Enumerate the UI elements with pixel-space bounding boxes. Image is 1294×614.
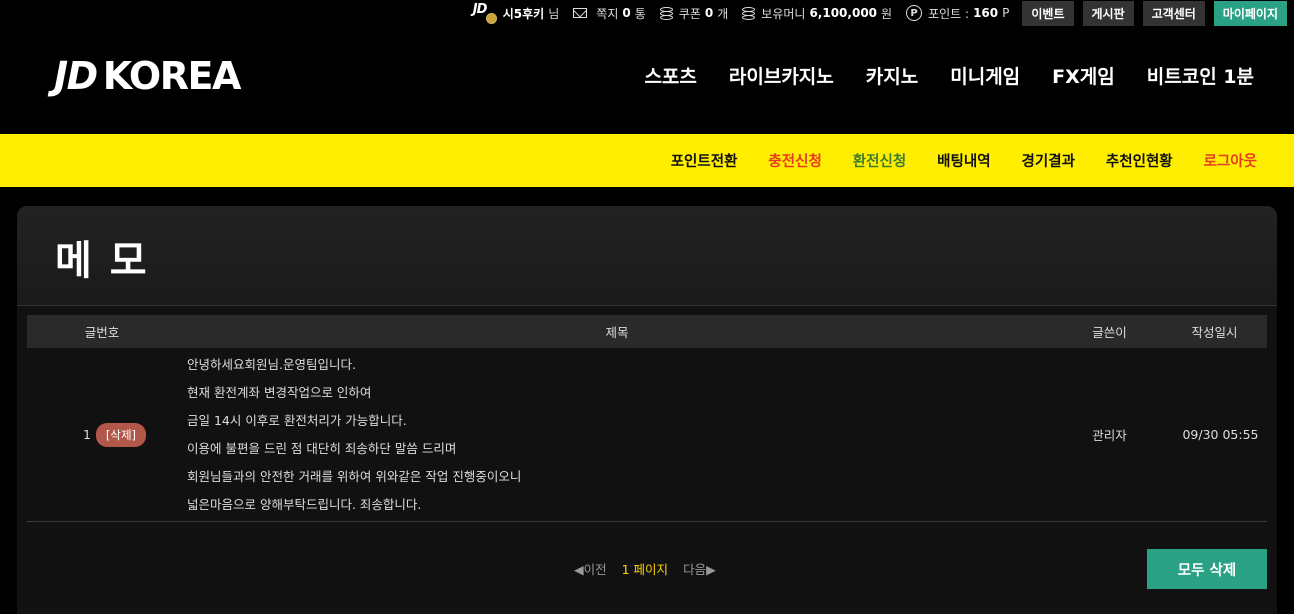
point-unit: P bbox=[1002, 6, 1010, 20]
header-writer: 글쓴이 bbox=[1092, 325, 1127, 340]
panel-header: 메 모 bbox=[17, 206, 1277, 306]
nav-fx-game[interactable]: FX게임 bbox=[1052, 62, 1115, 89]
message-line: 회원님들과의 안전한 거래를 위하여 위와같은 작업 진행중이오니 bbox=[187, 468, 522, 484]
point-label: 포인트 : bbox=[928, 6, 970, 21]
delete-button[interactable]: [삭제] bbox=[95, 422, 147, 447]
row-writer: 관리자 bbox=[1092, 428, 1127, 443]
site-logo[interactable]: JD KOREA bbox=[54, 54, 241, 98]
user-level-icon: JD bbox=[473, 2, 497, 24]
pager-current: 1 페이지 bbox=[621, 562, 669, 577]
point-icon: P bbox=[906, 5, 923, 21]
event-button[interactable]: 이벤트 bbox=[1022, 0, 1074, 26]
memo-panel: 메 모 글번호 제목 글쓴이 작성일시 1 [삭제] 안녕하세요회원님.운영팀입… bbox=[17, 206, 1277, 614]
table-row[interactable]: 1 [삭제] 안녕하세요회원님.운영팀입니다. 현재 환전계좌 변경작업으로 인… bbox=[27, 348, 1267, 522]
board-button[interactable]: 게시판 bbox=[1082, 0, 1134, 26]
message-line: 금일 14시 이후로 환전처리가 가능합니다. bbox=[187, 412, 407, 428]
row-no-cell: 1 [삭제] bbox=[27, 422, 177, 447]
money-value: 6,100,000 bbox=[809, 6, 878, 20]
header-date: 작성일시 bbox=[1191, 325, 1238, 340]
nav-casino[interactable]: 카지노 bbox=[866, 62, 918, 89]
point-value: 160 bbox=[973, 6, 999, 20]
main-nav: 스포츠 라이브카지노 카지노 미니게임 FX게임 비트코인 1분 bbox=[612, 62, 1254, 89]
subnav-point-convert[interactable]: 포인트전환 bbox=[671, 150, 738, 171]
header-no: 글번호 bbox=[84, 325, 120, 340]
coupon-label[interactable]: 쿠폰 bbox=[679, 5, 701, 22]
nav-live-casino[interactable]: 라이브카지노 bbox=[729, 62, 834, 89]
nav-minigame[interactable]: 미니게임 bbox=[950, 62, 1020, 89]
coin-stack-icon bbox=[659, 7, 673, 20]
message-line: 넓은마음으로 양해부탁드립니다. 죄송합니다. bbox=[187, 496, 422, 512]
coupon-unit: 개 bbox=[717, 6, 729, 21]
sub-nav: 포인트전환 충전신청 환전신청 배팅내역 경기결과 추천인현황 로그아웃 bbox=[0, 134, 1294, 187]
money-unit: 원 bbox=[881, 6, 893, 21]
page-title: 메 모 bbox=[55, 238, 149, 284]
pager-next[interactable]: 다음▶ bbox=[683, 559, 716, 578]
username: 시5후키 bbox=[502, 6, 545, 21]
message-line: 안녕하세요회원님.운영팀입니다. bbox=[187, 356, 356, 372]
memo-label[interactable]: 쪽지 bbox=[596, 5, 618, 22]
row-message[interactable]: 안녕하세요회원님.운영팀입니다. 현재 환전계좌 변경작업으로 인하여 금일 1… bbox=[177, 351, 1057, 519]
coupon-count[interactable]: 0 bbox=[705, 6, 713, 20]
pagination: ◀이전 1 페이지 다음▶ bbox=[574, 559, 716, 578]
subnav-match-results[interactable]: 경기결과 bbox=[1022, 150, 1075, 171]
money-stack-icon bbox=[742, 7, 756, 20]
table-header: 글번호 제목 글쓴이 작성일시 bbox=[27, 315, 1267, 348]
message-line: 이용에 불편을 드린 점 대단히 죄송하단 말씀 드리며 bbox=[187, 440, 457, 456]
top-utility-bar: JD 시5후키 님 쪽지 0 통 쿠폰 0 개 보유머니 6,100,000 원… bbox=[473, 0, 1294, 26]
money-label: 보유머니 bbox=[761, 6, 806, 21]
memo-count[interactable]: 0 bbox=[622, 6, 630, 20]
delete-all-button[interactable]: 모두 삭제 bbox=[1147, 549, 1267, 589]
nav-sports[interactable]: 스포츠 bbox=[644, 62, 696, 89]
header-title: 제목 bbox=[605, 325, 629, 340]
subnav-deposit-request[interactable]: 충전신청 bbox=[768, 150, 821, 171]
subnav-logout[interactable]: 로그아웃 bbox=[1204, 150, 1257, 171]
subnav-referrals[interactable]: 추천인현황 bbox=[1106, 150, 1173, 171]
support-button[interactable]: 고객센터 bbox=[1142, 0, 1205, 26]
subnav-bet-history[interactable]: 배팅내역 bbox=[937, 150, 990, 171]
subnav-withdraw-request[interactable]: 환전신청 bbox=[853, 150, 906, 171]
pager-prev[interactable]: ◀이전 bbox=[574, 559, 607, 578]
mypage-button[interactable]: 마이페이지 bbox=[1213, 0, 1287, 26]
memo-unit: 통 bbox=[634, 6, 646, 21]
username-honorific: 님 bbox=[548, 6, 560, 21]
row-number: 1 bbox=[82, 427, 91, 442]
row-date: 09/30 05:55 bbox=[1182, 427, 1259, 442]
nav-bitcoin[interactable]: 비트코인 1분 bbox=[1147, 62, 1254, 89]
message-line: 현재 환전계좌 변경작업으로 인하여 bbox=[187, 384, 372, 400]
memo-table: 글번호 제목 글쓴이 작성일시 1 [삭제] 안녕하세요회원님.운영팀입니다. … bbox=[27, 315, 1267, 522]
envelope-icon bbox=[573, 8, 588, 18]
